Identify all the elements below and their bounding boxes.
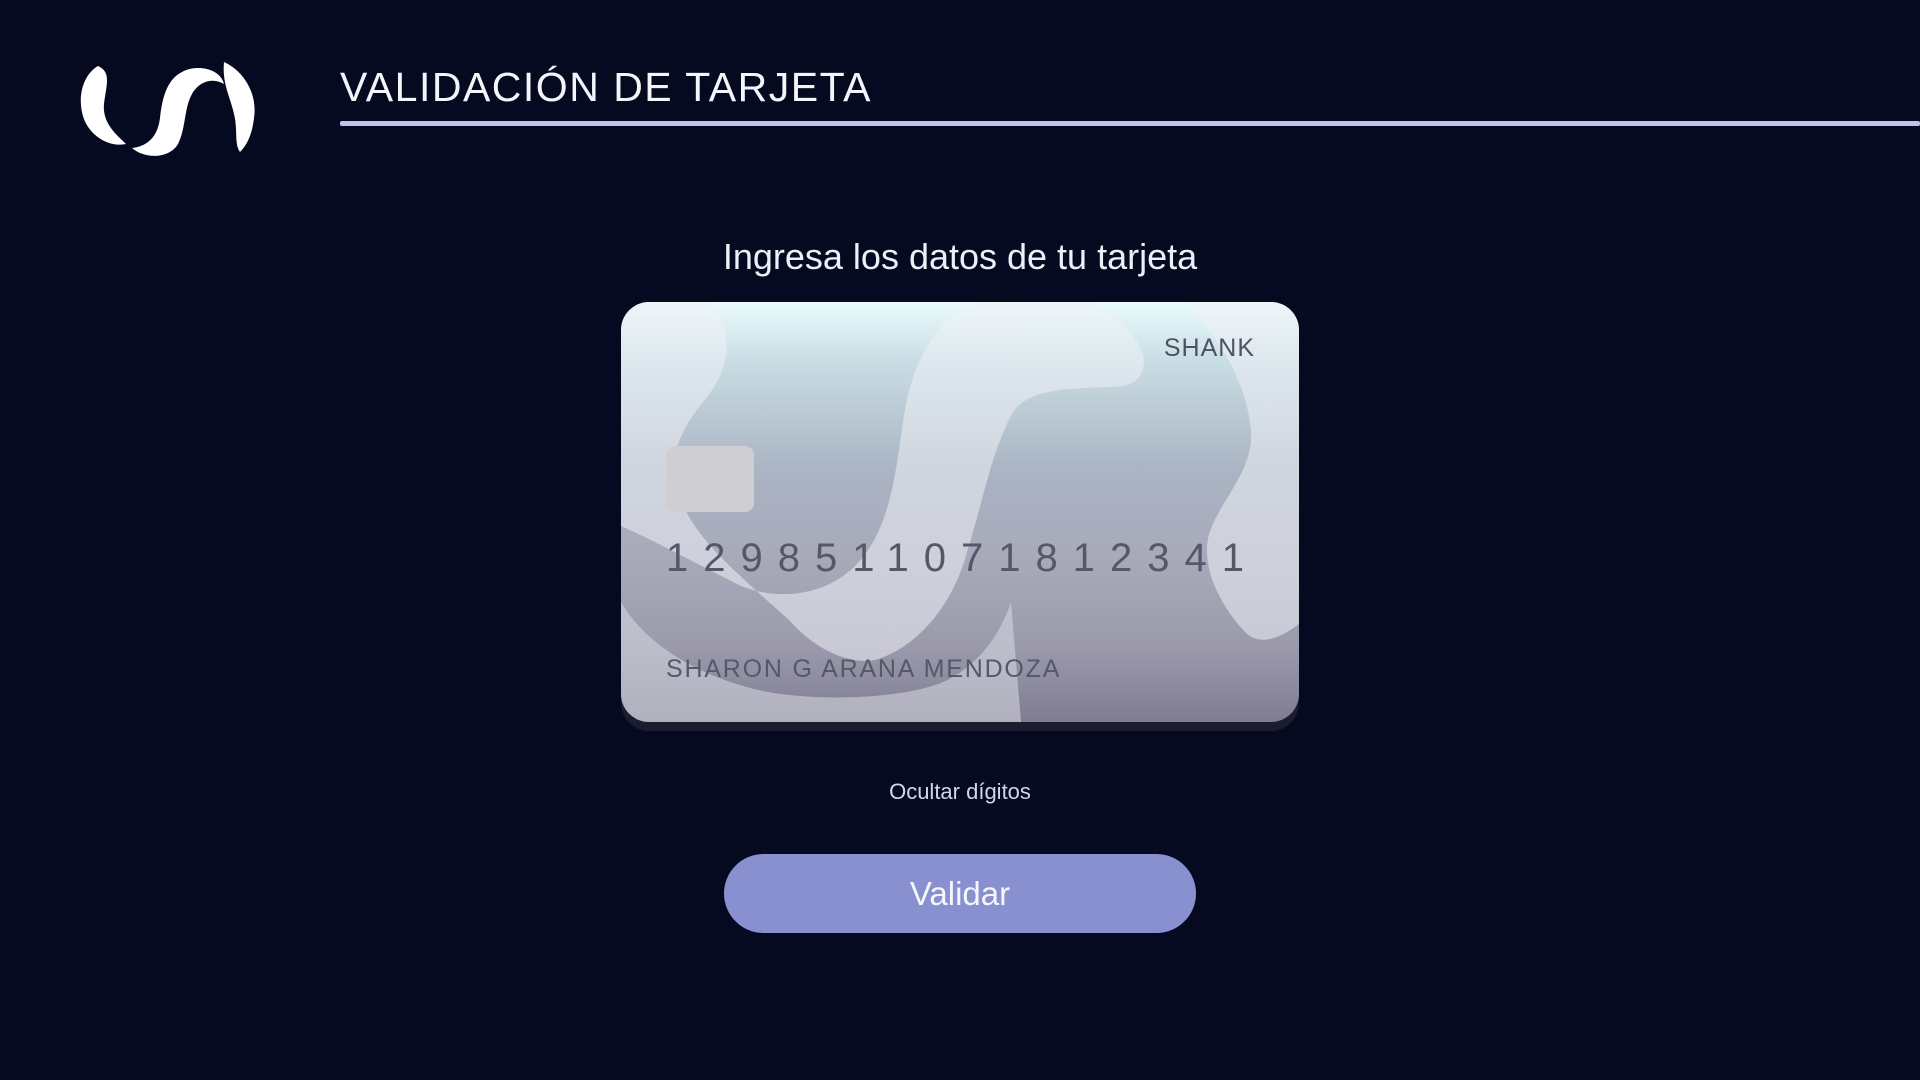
card-validation-page: VALIDACIÓN DE TARJETA Ingresa los datos … [0,0,1920,1080]
card-holder-name: SHARON G ARANA MENDOZA [666,655,1062,683]
card-number-group-4: 2341 [1109,536,1259,580]
hide-digits-link[interactable]: Ocultar dígitos [0,779,1920,805]
page-title: VALIDACIÓN DE TARJETA [340,64,872,110]
validate-button[interactable]: Validar [724,854,1196,933]
card-brand-label: SHANK [1163,334,1255,362]
chip-icon [666,446,754,512]
form-instructions: Ingresa los datos de tu tarjeta [722,236,1198,277]
card-number-group-2: 5110 [814,536,961,580]
credit-card-preview: SHANK 1298 5110 7181 2341 SHARON G ARANA… [621,302,1299,722]
card-number-group-3: 7181 [961,536,1110,580]
brand-logo-icon [74,48,260,164]
card-number: 1298 5110 7181 2341 [666,536,1256,581]
card-number-group-1: 1298 [666,536,815,580]
title-divider [340,121,1920,126]
